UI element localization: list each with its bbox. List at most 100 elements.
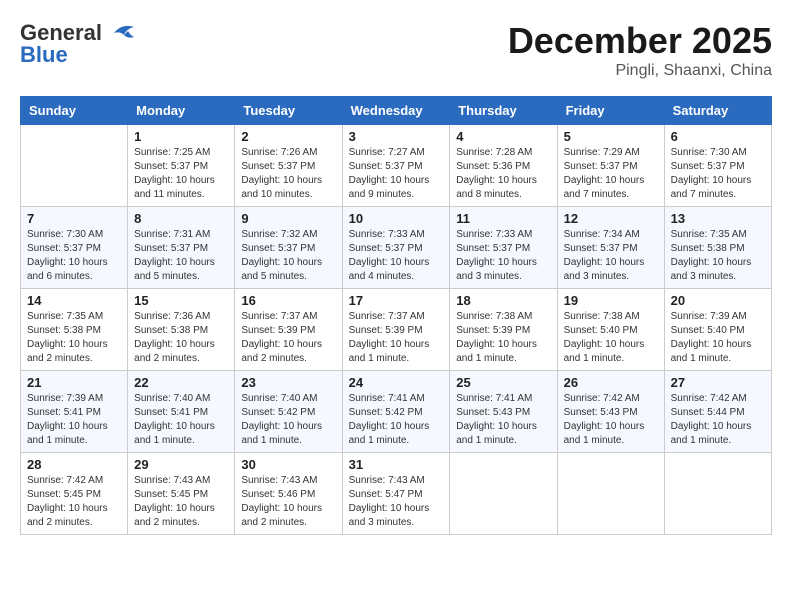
calendar-cell: 15 Sunrise: 7:36 AM Sunset: 5:38 PM Dayli… [128, 289, 235, 371]
title-area: December 2025 Pingli, Shaanxi, China [508, 20, 772, 80]
page-header: General Blue December 2025 Pingli, Shaan… [20, 20, 772, 80]
day-number: 7 [27, 211, 121, 226]
calendar-title: December 2025 [508, 20, 772, 62]
calendar-cell: 22 Sunrise: 7:40 AM Sunset: 5:41 PM Dayli… [128, 371, 235, 453]
day-info: Sunrise: 7:34 AM Sunset: 5:37 PM Dayligh… [564, 228, 658, 284]
calendar-day-header: Wednesday [342, 97, 450, 125]
day-info: Sunrise: 7:32 AM Sunset: 5:37 PM Dayligh… [241, 228, 335, 284]
day-info: Sunrise: 7:40 AM Sunset: 5:42 PM Dayligh… [241, 392, 335, 448]
calendar-cell: 6 Sunrise: 7:30 AM Sunset: 5:37 PM Daylig… [664, 125, 771, 207]
day-number: 28 [27, 457, 121, 472]
calendar-week-row: 1 Sunrise: 7:25 AM Sunset: 5:37 PM Daylig… [21, 125, 772, 207]
day-info: Sunrise: 7:43 AM Sunset: 5:47 PM Dayligh… [349, 474, 444, 530]
day-info: Sunrise: 7:33 AM Sunset: 5:37 PM Dayligh… [456, 228, 550, 284]
day-info: Sunrise: 7:35 AM Sunset: 5:38 PM Dayligh… [27, 310, 121, 366]
calendar-cell [557, 453, 664, 535]
day-number: 6 [671, 129, 765, 144]
day-info: Sunrise: 7:33 AM Sunset: 5:37 PM Dayligh… [349, 228, 444, 284]
day-number: 26 [564, 375, 658, 390]
day-number: 14 [27, 293, 121, 308]
calendar-cell: 3 Sunrise: 7:27 AM Sunset: 5:37 PM Daylig… [342, 125, 450, 207]
calendar-cell: 21Sunrise: 7:39 AM Sunset: 5:41 PM Dayli… [21, 371, 128, 453]
day-number: 15 [134, 293, 228, 308]
calendar-table: SundayMondayTuesdayWednesdayThursdayFrid… [20, 96, 772, 535]
day-number: 22 [134, 375, 228, 390]
day-number: 13 [671, 211, 765, 226]
calendar-cell: 12 Sunrise: 7:34 AM Sunset: 5:37 PM Dayli… [557, 207, 664, 289]
day-info: Sunrise: 7:37 AM Sunset: 5:39 PM Dayligh… [241, 310, 335, 366]
day-number: 2 [241, 129, 335, 144]
calendar-week-row: 21Sunrise: 7:39 AM Sunset: 5:41 PM Dayli… [21, 371, 772, 453]
calendar-cell [21, 125, 128, 207]
calendar-day-header: Friday [557, 97, 664, 125]
day-info: Sunrise: 7:26 AM Sunset: 5:37 PM Dayligh… [241, 146, 335, 202]
day-number: 29 [134, 457, 228, 472]
day-info: Sunrise: 7:38 AM Sunset: 5:39 PM Dayligh… [456, 310, 550, 366]
calendar-cell: 31 Sunrise: 7:43 AM Sunset: 5:47 PM Dayli… [342, 453, 450, 535]
calendar-cell: 2 Sunrise: 7:26 AM Sunset: 5:37 PM Daylig… [235, 125, 342, 207]
day-info: Sunrise: 7:37 AM Sunset: 5:39 PM Dayligh… [349, 310, 444, 366]
day-number: 23 [241, 375, 335, 390]
day-number: 17 [349, 293, 444, 308]
day-info: Sunrise: 7:43 AM Sunset: 5:45 PM Dayligh… [134, 474, 228, 530]
calendar-cell: 28Sunrise: 7:42 AM Sunset: 5:45 PM Dayli… [21, 453, 128, 535]
calendar-cell: 25 Sunrise: 7:41 AM Sunset: 5:43 PM Dayli… [450, 371, 557, 453]
day-number: 10 [349, 211, 444, 226]
logo-blue-text: Blue [20, 42, 68, 68]
calendar-cell: 4 Sunrise: 7:28 AM Sunset: 5:36 PM Daylig… [450, 125, 557, 207]
logo-bird-icon [106, 21, 138, 45]
day-number: 18 [456, 293, 550, 308]
calendar-cell: 18 Sunrise: 7:38 AM Sunset: 5:39 PM Dayli… [450, 289, 557, 371]
calendar-week-row: 7 Sunrise: 7:30 AM Sunset: 5:37 PM Daylig… [21, 207, 772, 289]
day-number: 1 [134, 129, 228, 144]
calendar-cell: 7 Sunrise: 7:30 AM Sunset: 5:37 PM Daylig… [21, 207, 128, 289]
calendar-cell: 17 Sunrise: 7:37 AM Sunset: 5:39 PM Dayli… [342, 289, 450, 371]
day-info: Sunrise: 7:27 AM Sunset: 5:37 PM Dayligh… [349, 146, 444, 202]
calendar-day-header: Thursday [450, 97, 557, 125]
day-number: 25 [456, 375, 550, 390]
calendar-cell: 29 Sunrise: 7:43 AM Sunset: 5:45 PM Dayli… [128, 453, 235, 535]
day-number: 19 [564, 293, 658, 308]
calendar-cell [664, 453, 771, 535]
day-info: Sunrise: 7:40 AM Sunset: 5:41 PM Dayligh… [134, 392, 228, 448]
day-number: 16 [241, 293, 335, 308]
day-number: 12 [564, 211, 658, 226]
day-info: Sunrise: 7:31 AM Sunset: 5:37 PM Dayligh… [134, 228, 228, 284]
day-info: Sunrise: 7:36 AM Sunset: 5:38 PM Dayligh… [134, 310, 228, 366]
calendar-cell: 20Sunrise: 7:39 AM Sunset: 5:40 PM Dayli… [664, 289, 771, 371]
day-info: Sunrise: 7:39 AM Sunset: 5:41 PM Dayligh… [27, 392, 121, 448]
day-number: 31 [349, 457, 444, 472]
day-info: Sunrise: 7:28 AM Sunset: 5:36 PM Dayligh… [456, 146, 550, 202]
calendar-day-header: Sunday [21, 97, 128, 125]
calendar-subtitle: Pingli, Shaanxi, China [508, 62, 772, 80]
calendar-week-row: 28Sunrise: 7:42 AM Sunset: 5:45 PM Dayli… [21, 453, 772, 535]
calendar-cell [450, 453, 557, 535]
calendar-cell: 24Sunrise: 7:41 AM Sunset: 5:42 PM Dayli… [342, 371, 450, 453]
day-info: Sunrise: 7:38 AM Sunset: 5:40 PM Dayligh… [564, 310, 658, 366]
calendar-week-row: 14 Sunrise: 7:35 AM Sunset: 5:38 PM Dayli… [21, 289, 772, 371]
calendar-header-row: SundayMondayTuesdayWednesdayThursdayFrid… [21, 97, 772, 125]
calendar-cell: 9 Sunrise: 7:32 AM Sunset: 5:37 PM Daylig… [235, 207, 342, 289]
day-info: Sunrise: 7:25 AM Sunset: 5:37 PM Dayligh… [134, 146, 228, 202]
calendar-cell: 26 Sunrise: 7:42 AM Sunset: 5:43 PM Dayli… [557, 371, 664, 453]
day-number: 9 [241, 211, 335, 226]
day-info: Sunrise: 7:35 AM Sunset: 5:38 PM Dayligh… [671, 228, 765, 284]
calendar-cell: 23 Sunrise: 7:40 AM Sunset: 5:42 PM Dayli… [235, 371, 342, 453]
day-info: Sunrise: 7:39 AM Sunset: 5:40 PM Dayligh… [671, 310, 765, 366]
calendar-cell: 27 Sunrise: 7:42 AM Sunset: 5:44 PM Dayli… [664, 371, 771, 453]
calendar-cell: 14 Sunrise: 7:35 AM Sunset: 5:38 PM Dayli… [21, 289, 128, 371]
day-number: 27 [671, 375, 765, 390]
day-info: Sunrise: 7:42 AM Sunset: 5:44 PM Dayligh… [671, 392, 765, 448]
calendar-cell: 11Sunrise: 7:33 AM Sunset: 5:37 PM Dayli… [450, 207, 557, 289]
day-number: 24 [349, 375, 444, 390]
day-number: 4 [456, 129, 550, 144]
day-info: Sunrise: 7:30 AM Sunset: 5:37 PM Dayligh… [671, 146, 765, 202]
day-info: Sunrise: 7:41 AM Sunset: 5:43 PM Dayligh… [456, 392, 550, 448]
calendar-day-header: Saturday [664, 97, 771, 125]
day-info: Sunrise: 7:42 AM Sunset: 5:43 PM Dayligh… [564, 392, 658, 448]
day-info: Sunrise: 7:30 AM Sunset: 5:37 PM Dayligh… [27, 228, 121, 284]
day-number: 5 [564, 129, 658, 144]
calendar-day-header: Tuesday [235, 97, 342, 125]
day-number: 3 [349, 129, 444, 144]
day-info: Sunrise: 7:43 AM Sunset: 5:46 PM Dayligh… [241, 474, 335, 530]
